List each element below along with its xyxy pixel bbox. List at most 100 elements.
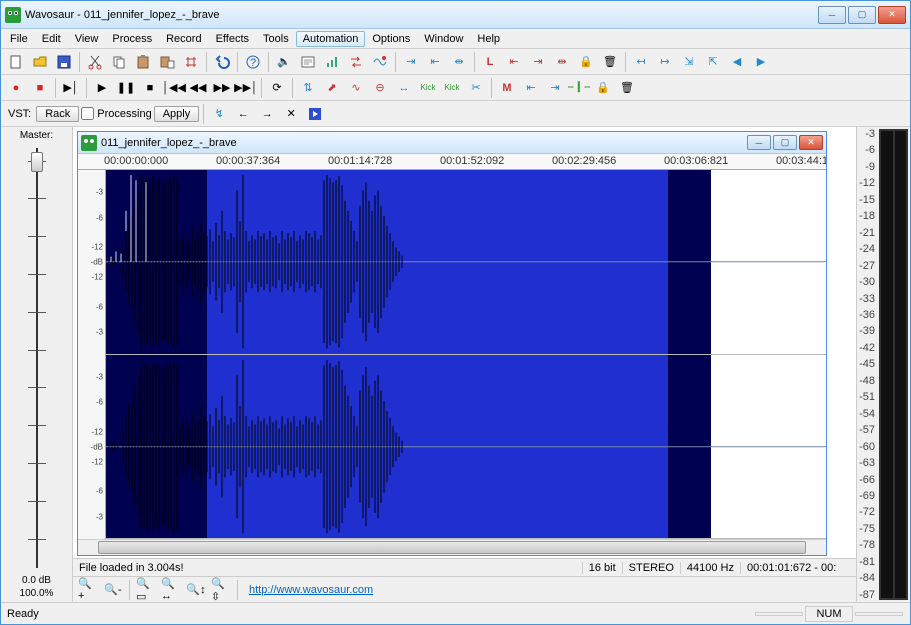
master-slider-thumb[interactable] (31, 152, 43, 172)
loop-both-icon[interactable]: ⇹ (551, 51, 573, 73)
goto-end-icon[interactable]: ▶ (750, 51, 772, 73)
play-skip-icon[interactable]: ▶│ (60, 77, 82, 99)
envelope-icon[interactable]: ∿ (345, 77, 367, 99)
child-close-button[interactable]: ✕ (799, 135, 823, 150)
undo-icon[interactable] (211, 51, 233, 73)
menubar: File Edit View Process Record Effects To… (1, 29, 910, 49)
paste-icon[interactable] (132, 51, 154, 73)
save-icon[interactable] (53, 51, 75, 73)
sel-shrink-icon[interactable]: ⇲ (678, 51, 700, 73)
forward-icon[interactable]: ▶▶ (211, 77, 233, 99)
marker-m-icon[interactable]: M (496, 77, 518, 99)
menu-process[interactable]: Process (105, 31, 159, 47)
menu-file[interactable]: File (3, 31, 35, 47)
skip-start-icon[interactable]: │◀◀ (163, 77, 185, 99)
chain-prev-icon[interactable]: ← (232, 103, 254, 125)
loop-lock-icon[interactable]: 🔒 (575, 51, 597, 73)
resample-icon[interactable] (369, 51, 391, 73)
record-icon[interactable]: ● (5, 77, 27, 99)
skip-end-icon[interactable]: ▶▶│ (235, 77, 257, 99)
child-rate: 44100 Hz (680, 562, 740, 574)
maximize-button[interactable]: ▢ (848, 6, 876, 24)
open-icon[interactable] (29, 51, 51, 73)
kick1-icon[interactable]: Kick (417, 77, 439, 99)
menu-view[interactable]: View (68, 31, 106, 47)
svg-text:?: ? (250, 57, 256, 69)
marker-del-icon[interactable]: 🗑 (616, 77, 638, 99)
crop-icon[interactable] (180, 51, 202, 73)
zoom-v-in-icon[interactable]: 🔍↕ (185, 579, 207, 601)
master-slider[interactable] (3, 148, 70, 568)
marker-snap-icon[interactable]: ⎯┃⎯ (568, 77, 590, 99)
reverse-icon[interactable]: ↔ (393, 77, 415, 99)
invert-icon[interactable]: ⊖ (369, 77, 391, 99)
marker-both-icon[interactable]: ⇹ (448, 51, 470, 73)
zoom-out-icon[interactable]: 🔍- (102, 579, 124, 601)
loop-start-icon[interactable]: L (479, 51, 501, 73)
sel-next-icon[interactable]: ↦ (654, 51, 676, 73)
main-titlebar[interactable]: Wavosaur - 011_jennifer_lopez_-_brave ─ … (1, 1, 910, 29)
goto-start-icon[interactable]: ◀ (726, 51, 748, 73)
normalize-icon[interactable]: ⇅ (297, 77, 319, 99)
help-icon[interactable]: ? (242, 51, 264, 73)
time-ruler[interactable]: 00:00:00:000 00:00:37:364 00:01:14:728 0… (78, 154, 826, 170)
loop-out-icon[interactable]: ⇥ (527, 51, 549, 73)
loop-delete-icon[interactable]: 🗑 (599, 51, 621, 73)
child-maximize-button[interactable]: ▢ (773, 135, 797, 150)
zoom-all-icon[interactable]: 🔍↔ (160, 579, 182, 601)
menu-effects[interactable]: Effects (209, 31, 256, 47)
cut-tail-icon[interactable]: ✂ (465, 77, 487, 99)
kick2-icon[interactable]: Kick (441, 77, 463, 99)
child-minimize-button[interactable]: ─ (747, 135, 771, 150)
vst-apply-button[interactable]: Apply (154, 106, 200, 122)
wave-area[interactable]: -3 -6 -12 -dB -12 -6 -3 -3 -6 -12 -dB (78, 170, 826, 539)
chain-play-icon[interactable] (304, 103, 326, 125)
child-titlebar[interactable]: 011_jennifer_lopez_-_brave ─ ▢ ✕ (78, 132, 826, 154)
marker-start-icon[interactable]: ⇥ (400, 51, 422, 73)
menu-help[interactable]: Help (470, 31, 507, 47)
hscroll-thumb[interactable] (98, 541, 806, 554)
zoom-in-icon[interactable]: 🔍+ (77, 579, 99, 601)
new-icon[interactable] (5, 51, 27, 73)
menu-tools[interactable]: Tools (256, 31, 296, 47)
wave-hscroll[interactable] (78, 539, 826, 555)
stats-icon[interactable] (321, 51, 343, 73)
wavosaur-link[interactable]: http://www.wavosaur.com (249, 584, 373, 596)
vst-rack-button[interactable]: Rack (36, 106, 79, 122)
marker-end-icon[interactable]: ⇤ (424, 51, 446, 73)
menu-record[interactable]: Record (159, 31, 208, 47)
pause-icon[interactable]: ❚❚ (115, 77, 137, 99)
rewind-icon[interactable]: ◀◀ (187, 77, 209, 99)
stop-icon[interactable]: ■ (139, 77, 161, 99)
loop-in-icon[interactable]: ⇤ (503, 51, 525, 73)
cut-icon[interactable] (84, 51, 106, 73)
play-icon[interactable]: ▶ (91, 77, 113, 99)
fade-icon[interactable]: ⬈ (321, 77, 343, 99)
route-icon[interactable]: ↯ (208, 103, 230, 125)
zoom-sel-icon[interactable]: 🔍▭ (135, 579, 157, 601)
zoom-v-out-icon[interactable]: 🔍⇳ (210, 579, 232, 601)
chain-del-icon[interactable]: ✕ (280, 103, 302, 125)
menu-automation[interactable]: Automation (296, 31, 366, 47)
zoom-bar: 🔍+ 🔍- 🔍▭ 🔍↔ 🔍↕ 🔍⇳ http://www.wavosaur.co… (73, 576, 856, 602)
marker-prev-icon[interactable]: ⇤ (520, 77, 542, 99)
chain-next-icon[interactable]: → (256, 103, 278, 125)
statusbar: Ready NUM (1, 602, 910, 624)
paste-new-icon[interactable] (156, 51, 178, 73)
minimize-button[interactable]: ─ (818, 6, 846, 24)
menu-options[interactable]: Options (365, 31, 417, 47)
sel-grow-icon[interactable]: ⇱ (702, 51, 724, 73)
menu-window[interactable]: Window (417, 31, 470, 47)
convert-icon[interactable] (345, 51, 367, 73)
repeat-icon[interactable]: ⟳ (266, 77, 288, 99)
marker-next-icon[interactable]: ⇥ (544, 77, 566, 99)
stop-rec-icon[interactable]: ■ (29, 77, 51, 99)
volume-icon[interactable]: 🔈 (273, 51, 295, 73)
sel-prev-icon[interactable]: ↤ (630, 51, 652, 73)
properties-icon[interactable] (297, 51, 319, 73)
close-button[interactable]: ✕ (878, 6, 906, 24)
menu-edit[interactable]: Edit (35, 31, 68, 47)
marker-lock-icon[interactable]: 🔒 (592, 77, 614, 99)
copy-icon[interactable] (108, 51, 130, 73)
vst-processing-check[interactable]: Processing (81, 107, 151, 120)
